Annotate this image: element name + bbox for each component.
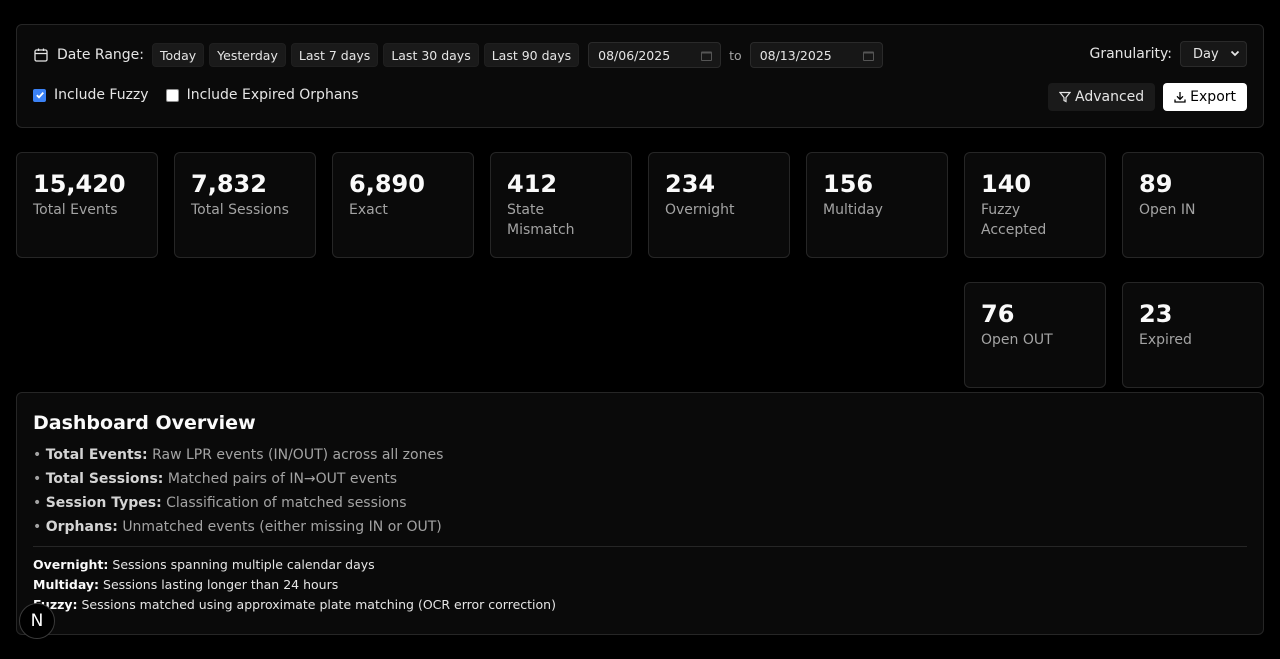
overview-item-desc: Matched pairs of IN→OUT events [167,471,398,487]
overview-item-desc: Raw LPR events (IN/OUT) across all zones [152,447,444,463]
calendar-picker-icon[interactable] [862,50,874,61]
export-label: Export [1190,89,1236,105]
granularity-value: Day [1193,46,1219,62]
calendar-picker-icon[interactable] [701,50,713,61]
badge-letter: N [30,611,44,631]
stat-value: 76 [981,300,1015,328]
stat-label: Expired [1139,332,1192,348]
include-fuzzy-label[interactable]: Include Fuzzy [54,87,149,103]
download-icon [1174,92,1186,103]
stat-card-open-in: 89 Open IN [1122,152,1264,258]
overview-note: Multiday: Sessions lasting longer than 2… [33,575,1247,595]
overview-item-desc: Unmatched events (either missing IN or O… [122,519,442,535]
overview-item-term: Session Types: [45,495,162,511]
overview-note-term: Overnight: [33,557,109,572]
divider [33,546,1247,547]
stat-value: 156 [823,170,874,198]
stat-label: Total Sessions [191,202,289,218]
stat-card-total-sessions: 7,832 Total Sessions [174,152,316,258]
stat-value: 23 [1139,300,1173,328]
nextjs-dev-badge[interactable]: N [19,603,55,639]
include-expired-label[interactable]: Include Expired Orphans [187,87,359,103]
stat-value: 234 [665,170,716,198]
options-row: Include Fuzzy Include Expired Orphans [33,87,376,103]
overview-item-desc: Classification of matched sessions [166,495,407,511]
granularity-control: Granularity: Day [1089,41,1247,67]
advanced-label: Advanced [1075,89,1145,105]
stat-label: Overnight [665,202,735,218]
stat-value: 89 [1139,170,1173,198]
overview-title: Dashboard Overview [33,412,256,434]
stat-label: Total Events [33,202,118,218]
granularity-label: Granularity: [1089,46,1172,62]
stat-value: 140 [981,170,1032,198]
stat-label: Fuzzy Accepted [981,202,1047,238]
quick-range-30days-button[interactable]: Last 30 days [383,43,479,67]
overview-item: • Total Events: Raw LPR events (IN/OUT) … [33,447,444,463]
quick-range-7days-button[interactable]: Last 7 days [290,43,379,67]
dashboard-overview-panel: Dashboard Overview • Total Events: Raw L… [16,392,1264,635]
stat-card-exact: 6,890 Exact [332,152,474,258]
stat-label: State Mismatch [507,202,575,238]
stat-label: Multiday [823,202,883,218]
filter-icon [1059,91,1072,103]
export-button[interactable]: Export [1163,83,1247,111]
quick-range-today-button[interactable]: Today [152,43,205,67]
stat-card-open-out: 76 Open OUT [964,282,1106,388]
chevron-down-icon [1230,47,1240,62]
end-date-value: 08/13/2025 [759,47,832,63]
start-date-input[interactable]: 08/06/2025 [588,42,722,68]
overview-item-term: Total Sessions: [45,471,164,487]
stat-card-total-events: 15,420 Total Events [16,152,158,258]
overview-item-term: Orphans: [45,519,118,535]
quick-range-90days-button[interactable]: Last 90 days [483,43,580,67]
stat-card-state-mismatch: 412 State Mismatch [490,152,632,258]
overview-note: Overnight: Sessions spanning multiple ca… [33,555,1247,575]
start-date-value: 08/06/2025 [598,47,671,63]
stat-card-expired: 23 Expired [1122,282,1264,388]
date-range-label: Date Range: [57,47,145,63]
overview-item: • Total Sessions: Matched pairs of IN→OU… [33,471,398,487]
overview-item: • Orphans: Unmatched events (either miss… [33,519,442,535]
stat-value: 412 [507,170,558,198]
overview-note-desc: Sessions matched using approximate plate… [81,597,556,612]
overview-note-desc: Sessions spanning multiple calendar days [112,557,375,572]
advanced-button[interactable]: Advanced [1048,83,1156,111]
to-label: to [729,47,742,63]
calendar-icon [33,47,49,63]
stat-label: Open OUT [981,332,1053,348]
overview-note-desc: Sessions lasting longer than 24 hours [103,577,339,592]
stat-label: Exact [349,202,388,218]
stat-value: 15,420 [33,170,126,198]
actions: Advanced Export [1048,83,1247,111]
overview-item-term: Total Events: [45,447,148,463]
overview-note-term: Multiday: [33,577,100,592]
stat-card-multiday: 156 Multiday [806,152,948,258]
filter-panel: Date Range: Today Yesterday Last 7 days … [16,24,1264,128]
include-expired-checkbox[interactable] [165,88,179,102]
end-date-input[interactable]: 08/13/2025 [749,42,883,68]
date-range-row: Date Range: Today Yesterday Last 7 days … [33,42,883,68]
granularity-select[interactable]: Day [1180,41,1247,67]
stat-label: Open IN [1139,202,1196,218]
stat-value: 7,832 [191,170,267,198]
overview-note: Fuzzy: Sessions matched using approximat… [33,595,1247,615]
quick-range-yesterday-button[interactable]: Yesterday [209,43,286,67]
stat-card-overnight: 234 Overnight [648,152,790,258]
overview-item: • Session Types: Classification of match… [33,495,407,511]
stat-card-fuzzy-accepted: 140 Fuzzy Accepted [964,152,1106,258]
stat-value: 6,890 [349,170,425,198]
include-fuzzy-checkbox[interactable] [33,88,46,102]
